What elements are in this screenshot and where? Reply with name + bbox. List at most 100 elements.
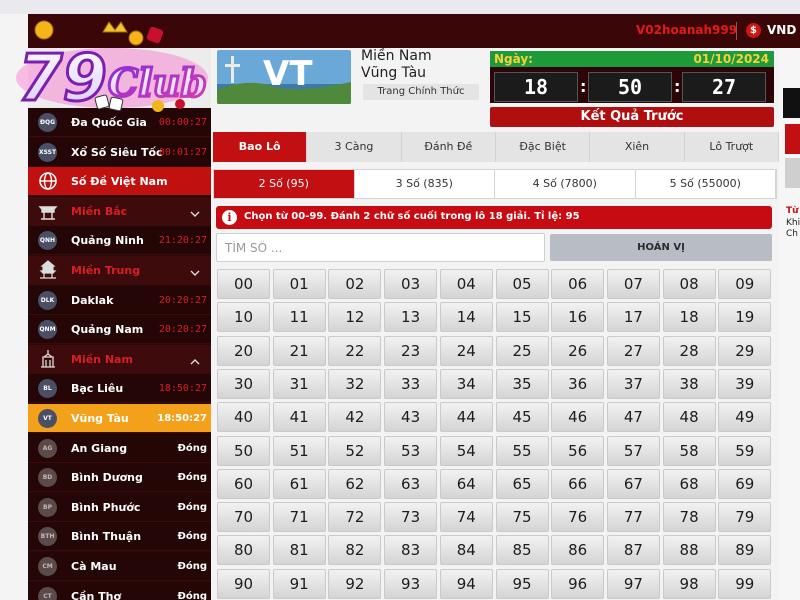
bet-type-tab[interactable]: Đặc Biệt [496, 132, 591, 162]
chevron-down-icon[interactable] [189, 264, 201, 276]
number-button[interactable]: 19 [718, 302, 772, 333]
number-button[interactable]: 87 [606, 535, 660, 566]
number-button[interactable]: 16 [551, 302, 605, 333]
digit-tab[interactable]: 2 Số (95) [214, 170, 355, 198]
number-button[interactable]: 30 [217, 368, 270, 399]
number-button[interactable]: 03 [384, 269, 438, 299]
bet-type-tab[interactable]: 3 Càng [307, 132, 402, 162]
number-button[interactable]: 93 [384, 568, 438, 599]
number-button[interactable]: 34 [439, 368, 493, 399]
number-button[interactable]: 95 [495, 568, 549, 599]
sidebar-item[interactable]: QNM Quảng Nam 20:20:27 [28, 315, 211, 345]
number-button[interactable]: 94 [439, 568, 493, 599]
number-button[interactable]: 20 [217, 335, 270, 366]
number-button[interactable]: 29 [718, 335, 772, 366]
sidebar-item[interactable]: CM Cà Mau Đóng [28, 552, 211, 581]
number-button[interactable]: 24 [439, 335, 493, 366]
number-button[interactable]: 31 [272, 368, 326, 399]
number-button[interactable]: 45 [495, 402, 549, 433]
number-button[interactable]: 99 [718, 568, 772, 599]
sidebar-item[interactable]: AG An Giang Đóng [28, 433, 211, 463]
number-button[interactable]: 47 [606, 402, 660, 433]
sidebar-item[interactable]: CT Cần Thơ Đóng [28, 581, 211, 600]
number-button[interactable]: 97 [606, 568, 660, 599]
number-button[interactable]: 85 [495, 535, 549, 566]
number-button[interactable]: 36 [551, 368, 605, 399]
number-button[interactable]: 70 [217, 502, 270, 533]
number-button[interactable]: 38 [662, 368, 716, 399]
number-button[interactable]: 98 [662, 568, 716, 599]
digit-tab[interactable]: 4 Số (7800) [495, 170, 636, 198]
number-button[interactable]: 83 [384, 535, 438, 566]
number-button[interactable]: 65 [495, 468, 549, 499]
number-button[interactable]: 26 [551, 335, 605, 366]
number-button[interactable]: 42 [328, 402, 382, 433]
digit-tab[interactable]: 3 Số (835) [355, 170, 495, 198]
sidebar-item[interactable]: XSST Xổ Số Siêu Tốc 00:01:27 [28, 137, 211, 167]
sidebar-item[interactable]: BL Bạc Liêu 18:50:27 [28, 374, 211, 404]
number-button[interactable]: 66 [551, 468, 605, 499]
official-page-button[interactable]: Trang Chính Thức [363, 84, 479, 100]
number-button[interactable]: 90 [217, 568, 270, 599]
number-button[interactable]: 82 [328, 535, 382, 566]
number-button[interactable]: 12 [328, 302, 382, 333]
number-button[interactable]: 37 [606, 368, 660, 399]
number-button[interactable]: 56 [551, 435, 605, 466]
number-button[interactable]: 08 [662, 269, 716, 299]
number-button[interactable]: 01 [272, 269, 326, 299]
number-button[interactable]: 43 [384, 402, 438, 433]
number-button[interactable]: 96 [551, 568, 605, 599]
logo[interactable]: 79 Club [8, 18, 213, 118]
number-button[interactable]: 71 [272, 502, 326, 533]
sidebar-item[interactable]: Miền Bắc [28, 196, 211, 226]
number-button[interactable]: 53 [384, 435, 438, 466]
number-button[interactable]: 67 [606, 468, 660, 499]
number-button[interactable]: 23 [384, 335, 438, 366]
bet-type-tab[interactable]: Xiên [590, 132, 685, 162]
chevron-down-icon[interactable] [189, 205, 201, 217]
number-button[interactable]: 74 [439, 502, 493, 533]
right-panel-red-button[interactable] [785, 124, 800, 154]
number-button[interactable]: 61 [272, 468, 326, 499]
sidebar-item[interactable]: Miền Trung [28, 256, 211, 285]
number-button[interactable]: 78 [662, 502, 716, 533]
number-button[interactable]: 86 [551, 535, 605, 566]
number-button[interactable]: 62 [328, 468, 382, 499]
number-button[interactable]: 72 [328, 502, 382, 533]
number-button[interactable]: 68 [662, 468, 716, 499]
number-button[interactable]: 49 [718, 402, 772, 433]
number-button[interactable]: 21 [272, 335, 326, 366]
number-button[interactable]: 92 [328, 568, 382, 599]
number-button[interactable]: 15 [495, 302, 549, 333]
number-button[interactable]: 06 [551, 269, 605, 299]
number-button[interactable]: 14 [439, 302, 493, 333]
number-button[interactable]: 57 [606, 435, 660, 466]
number-button[interactable]: 04 [439, 269, 493, 299]
number-button[interactable]: 02 [328, 269, 382, 299]
number-button[interactable]: 55 [495, 435, 549, 466]
number-button[interactable]: 48 [662, 402, 716, 433]
number-button[interactable]: 63 [384, 468, 438, 499]
sidebar-item[interactable]: Miền Nam [28, 344, 211, 374]
number-button[interactable]: 91 [272, 568, 326, 599]
number-button[interactable]: 80 [217, 535, 270, 566]
sidebar-item[interactable]: BP Bình Phước Đóng [28, 492, 211, 522]
number-button[interactable]: 44 [439, 402, 493, 433]
previous-results-button[interactable]: Kết Quả Trước [490, 107, 774, 127]
number-button[interactable]: 28 [662, 335, 716, 366]
number-button[interactable]: 59 [718, 435, 772, 466]
number-button[interactable]: 39 [718, 368, 772, 399]
number-button[interactable]: 22 [328, 335, 382, 366]
sidebar-item[interactable]: BTH Bình Thuận Đóng [28, 522, 211, 552]
number-button[interactable]: 27 [606, 335, 660, 366]
number-button[interactable]: 18 [662, 302, 716, 333]
bet-type-tab[interactable]: Đánh Đề [402, 132, 496, 162]
number-button[interactable]: 09 [718, 269, 772, 299]
number-button[interactable]: 77 [606, 502, 660, 533]
number-button[interactable]: 50 [217, 435, 270, 466]
number-button[interactable]: 11 [272, 302, 326, 333]
search-number-input[interactable] [216, 233, 545, 262]
number-button[interactable]: 35 [495, 368, 549, 399]
sidebar-item[interactable]: DLK Daklak 20:20:27 [28, 285, 211, 315]
number-button[interactable]: 73 [384, 502, 438, 533]
